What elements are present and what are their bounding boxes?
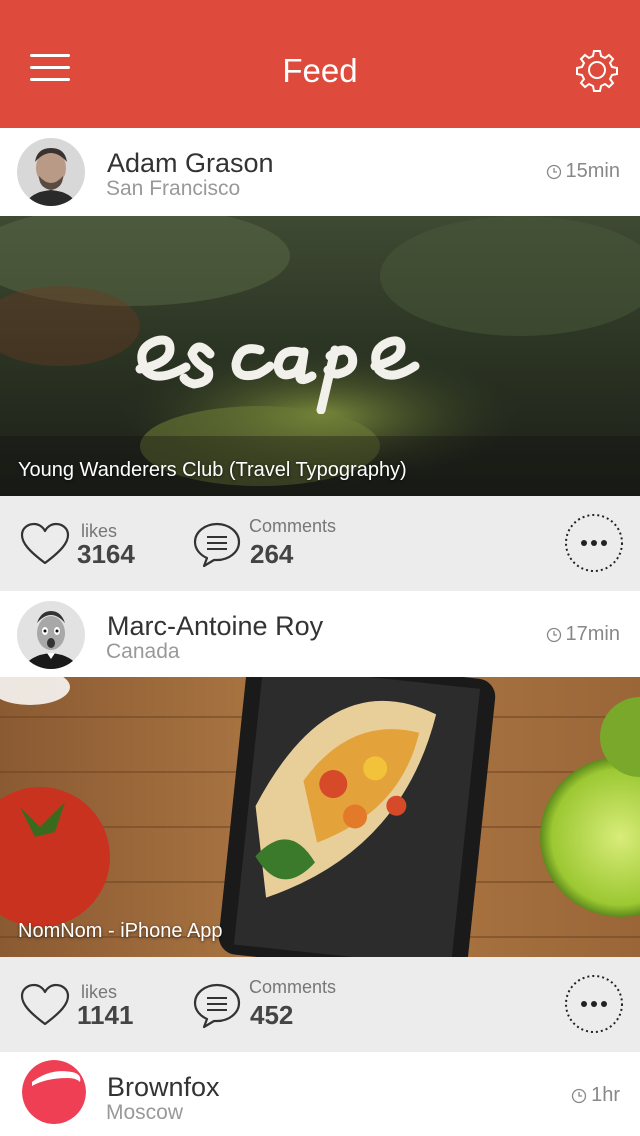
post-image[interactable]: Young Wanderers Club (Travel Typography) (0, 216, 640, 496)
post-actions: likes 3164 Comments 264 (0, 496, 640, 591)
clock-icon (571, 1088, 587, 1103)
post-actions: likes 1141 Comments 452 (0, 957, 640, 1052)
heart-icon[interactable] (19, 521, 71, 567)
post-header: Brownfox Moscow 1hr (0, 1052, 640, 1136)
post-time: 15min (546, 160, 620, 183)
clock-icon (546, 164, 561, 179)
author-name[interactable]: Brownfox (107, 1072, 220, 1103)
author-name[interactable]: Adam Grason (107, 148, 274, 179)
post-caption: Young Wanderers Club (Travel Typography) (18, 459, 407, 481)
more-options-button[interactable] (564, 974, 624, 1034)
comments-count: 452 (250, 1000, 294, 1030)
avatar[interactable] (17, 601, 85, 669)
page-title: Feed (282, 52, 358, 89)
post-image[interactable]: NomNom - iPhone App (0, 677, 640, 957)
comment-icon[interactable] (192, 520, 242, 568)
likes-count: 3164 (77, 539, 135, 569)
likes-count: 1141 (77, 1000, 134, 1030)
time-text: 17min (565, 623, 620, 645)
nav-bar: Feed (0, 0, 640, 128)
author-location: Canada (106, 640, 180, 663)
author-location: San Francisco (106, 177, 241, 200)
time-text: 1hr (591, 1084, 620, 1106)
more-options-button[interactable] (564, 513, 624, 573)
time-text: 15min (565, 160, 620, 182)
author-name[interactable]: Marc-Antoine Roy (107, 611, 323, 642)
comments-label: Comments (249, 516, 337, 536)
comment-icon[interactable] (192, 981, 242, 1029)
escape-lettering (135, 335, 420, 414)
tacos-photo (0, 677, 640, 957)
brownfox-logo-icon (22, 1060, 86, 1124)
heart-icon[interactable] (19, 982, 71, 1028)
post-header: Adam Grason San Francisco 15min (0, 128, 640, 216)
post-time: 17min (546, 623, 620, 646)
author-location: Moscow (106, 1101, 184, 1124)
comments-label: Comments (249, 977, 337, 997)
gear-icon[interactable] (575, 48, 619, 92)
avatar[interactable] (17, 138, 85, 206)
comments-count: 264 (250, 539, 294, 569)
post-caption: NomNom - iPhone App (18, 920, 223, 942)
post-header: Marc-Antoine Roy Canada 17min (0, 591, 640, 679)
avatar[interactable] (22, 1060, 86, 1124)
clock-icon (546, 627, 561, 642)
post-time: 1hr (571, 1084, 620, 1107)
